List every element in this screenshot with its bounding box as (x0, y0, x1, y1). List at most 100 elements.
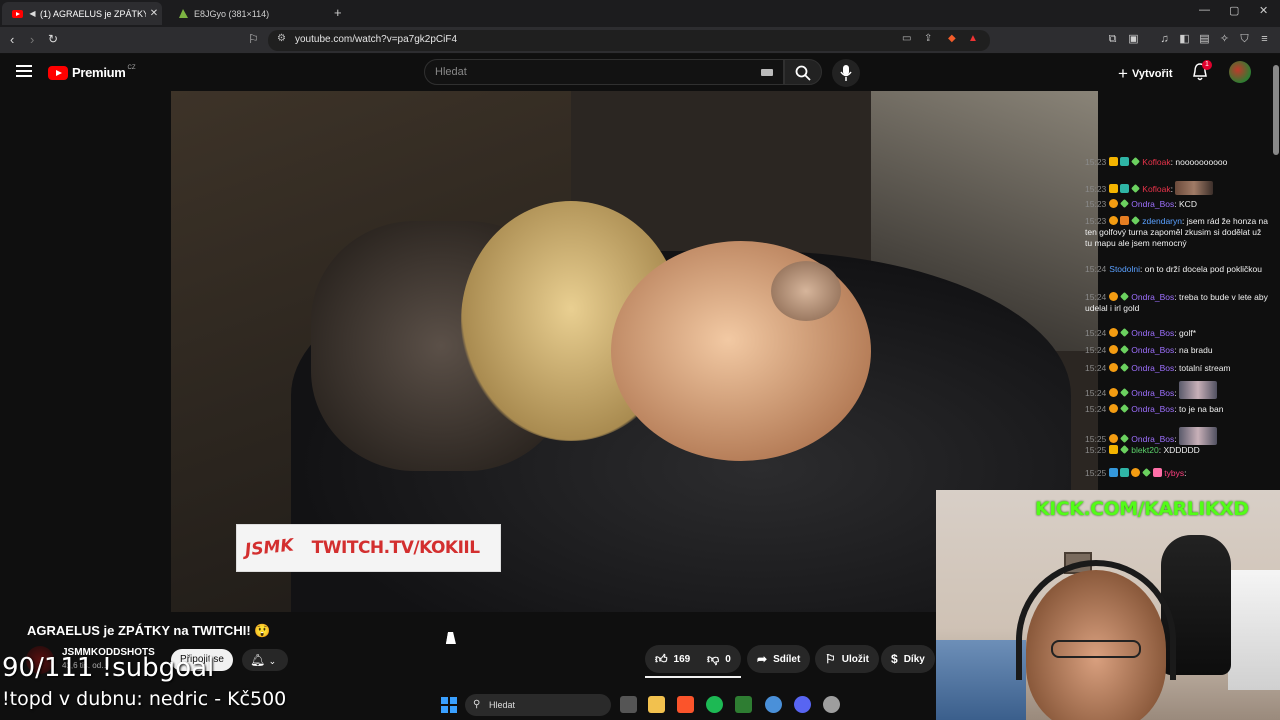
star-badge-icon (1131, 157, 1141, 166)
chat-username[interactable]: Ondra_Bos (1131, 328, 1174, 338)
subscription-bell-button[interactable]: 🔔︎ ⌄ (242, 649, 288, 671)
plus-icon: + (1118, 64, 1128, 83)
chat-text: noooooooooo (1175, 157, 1228, 167)
chat-timestamp: 15:24 (1085, 264, 1107, 274)
extensions-icon[interactable]: ⧉ (1106, 33, 1119, 46)
url-text: youtube.com/watch?v=pa7gk2pCiF4 (295, 34, 458, 45)
chat-timestamp: 15:24 (1085, 363, 1107, 373)
minimize-button[interactable]: — (1199, 4, 1210, 16)
image-favicon-icon (178, 8, 189, 19)
webcam-overlay: KICK.COM/KARLIKXD (936, 490, 1280, 720)
close-window-button[interactable]: ✕ (1259, 4, 1268, 17)
chat-message: 15:24 Ondra_Bos: totalní stream (1085, 363, 1270, 374)
tab-title: E8JGyo (381×114) (194, 8, 270, 19)
save-label: Uložit (841, 653, 869, 665)
windows-start-icon[interactable] (441, 697, 457, 713)
pink-badge-icon (1153, 468, 1163, 477)
brave-shields-icon[interactable]: ◆ (948, 33, 956, 44)
brave-rewards-icon[interactable]: ▲ (968, 33, 978, 44)
webcam-lamp (1228, 570, 1280, 690)
coin-badge-icon (1109, 388, 1119, 397)
new-tab-button[interactable]: + (334, 5, 342, 20)
like-button[interactable]: 👍︎ 169 (645, 645, 700, 673)
chat-username[interactable]: Ondra_Bos (1131, 199, 1174, 209)
ccleaner-icon[interactable] (765, 696, 782, 713)
scrollbar-thumb[interactable] (1273, 65, 1279, 155)
twitch-banner: JSMK TWITCH.TV/KOKIIL (236, 524, 501, 572)
chat-message: 15:24 Ondra_Bos: na bradu (1085, 345, 1270, 356)
account-avatar[interactable] (1229, 61, 1251, 83)
chat-username[interactable]: Ondra_Bos (1131, 388, 1174, 398)
save-button[interactable]: ⚐ Uložit (815, 645, 879, 673)
voice-search-button[interactable] (832, 59, 860, 87)
chat-username[interactable]: Kofloak (1142, 157, 1170, 167)
share-icon[interactable]: ⇪ (924, 33, 932, 44)
thanks-button[interactable]: $ Díky (881, 645, 935, 673)
browser-tab-youtube[interactable]: ◀ (1) AGRAELUS je ZPÁTKY na T ✕ (2, 2, 162, 25)
page-scrollbar[interactable] (1272, 55, 1280, 490)
back-icon[interactable]: ‹ (10, 32, 14, 47)
keyboard-icon[interactable] (761, 69, 773, 76)
logo-text: Premium (72, 65, 126, 80)
star-badge-icon (1120, 345, 1130, 354)
bookmark-icon[interactable]: ⚐ (248, 32, 259, 46)
chat-message: 15:24 Ondra_Bos: (1085, 381, 1270, 399)
taskbar-search[interactable]: ⚲ Hledat (465, 694, 611, 716)
close-tab-icon[interactable]: ✕ (146, 8, 162, 19)
chat-username[interactable]: Stodolni (1109, 264, 1140, 274)
coin-badge-icon (1109, 404, 1119, 413)
wallet-icon[interactable]: ▤ (1198, 33, 1211, 46)
chat-username[interactable]: Ondra_Bos (1131, 404, 1174, 414)
app-icon[interactable] (823, 696, 840, 713)
discord-icon[interactable] (794, 696, 811, 713)
chat-username[interactable]: Ondra_Bos (1131, 434, 1174, 444)
address-bar[interactable]: ⚙ youtube.com/watch?v=pa7gk2pCiF4 ▭ ⇪ ◆ … (268, 30, 990, 51)
chat-text: on to drží docela pod pokličkou (1144, 264, 1262, 274)
search-button[interactable] (784, 59, 822, 85)
chat-timestamp: 15:23 (1085, 199, 1107, 209)
reload-icon[interactable]: ↻ (48, 32, 58, 46)
chat-text: golf* (1179, 328, 1197, 338)
task-view-icon[interactable] (620, 696, 637, 713)
maximize-button[interactable]: ▢ (1229, 4, 1239, 17)
share-button[interactable]: ➦ Sdílet (747, 645, 811, 673)
chat-username[interactable]: Ondra_Bos (1131, 292, 1174, 302)
chat-emote-icon (1179, 381, 1218, 399)
youtube-premium-logo[interactable]: Premium CZ (48, 65, 136, 80)
file-explorer-icon[interactable] (648, 696, 665, 713)
vpn-shield-icon[interactable]: ⛉ (1238, 33, 1251, 46)
chat-username[interactable]: zdendaryn (1142, 216, 1182, 226)
browser-tab-image[interactable]: E8JGyo (381×114) (168, 2, 328, 25)
leo-ai-icon[interactable]: ✧ (1218, 33, 1231, 46)
crown-badge-icon (1109, 184, 1119, 193)
chat-username[interactable]: Ondra_Bos (1131, 363, 1174, 373)
dislike-button[interactable]: 👎︎ 0 (697, 645, 741, 673)
chat-username[interactable]: Kofloak (1142, 184, 1170, 194)
share-icon: ➦ (757, 652, 768, 666)
cast-icon[interactable]: ▭ (902, 33, 911, 44)
chat-username[interactable]: Ondra_Bos (1131, 345, 1174, 355)
chat-text: XDDDDD (1163, 445, 1200, 455)
chat-username[interactable]: blekt20 (1131, 445, 1158, 455)
brave-browser-icon[interactable] (677, 696, 694, 713)
sidebar-icon[interactable]: ▣ (1127, 33, 1140, 46)
panel-icon[interactable]: ◧ (1178, 33, 1191, 46)
browser-tab-strip: ◀ (1) AGRAELUS je ZPÁTKY na T ✕ E8JGyo (… (0, 0, 1280, 27)
chat-message: 15:25 blekt20: XDDDDD (1085, 445, 1270, 456)
create-button[interactable]: + Vytvořit (1118, 64, 1172, 84)
music-icon[interactable]: ♫ (1158, 33, 1171, 46)
speaker-icon[interactable]: ◀ (28, 8, 37, 19)
star-badge-icon (1142, 468, 1152, 477)
star-badge-icon (1120, 434, 1130, 443)
notifications-button[interactable]: 1 (1192, 60, 1212, 81)
chat-username[interactable]: tybys (1164, 468, 1184, 478)
editor-icon[interactable] (735, 696, 752, 713)
site-settings-icon[interactable]: ⚙ (277, 33, 286, 44)
spotify-icon[interactable] (706, 696, 723, 713)
forward-icon[interactable]: › (30, 32, 34, 47)
menu-icon[interactable]: ≡ (1258, 33, 1271, 46)
mouse-cursor-icon (445, 632, 459, 644)
hamburger-menu-icon[interactable] (16, 65, 32, 79)
search-input[interactable]: Hledat (424, 59, 784, 85)
topd-overlay: !topd v dubnu: nedric - Kč500 (2, 688, 287, 710)
